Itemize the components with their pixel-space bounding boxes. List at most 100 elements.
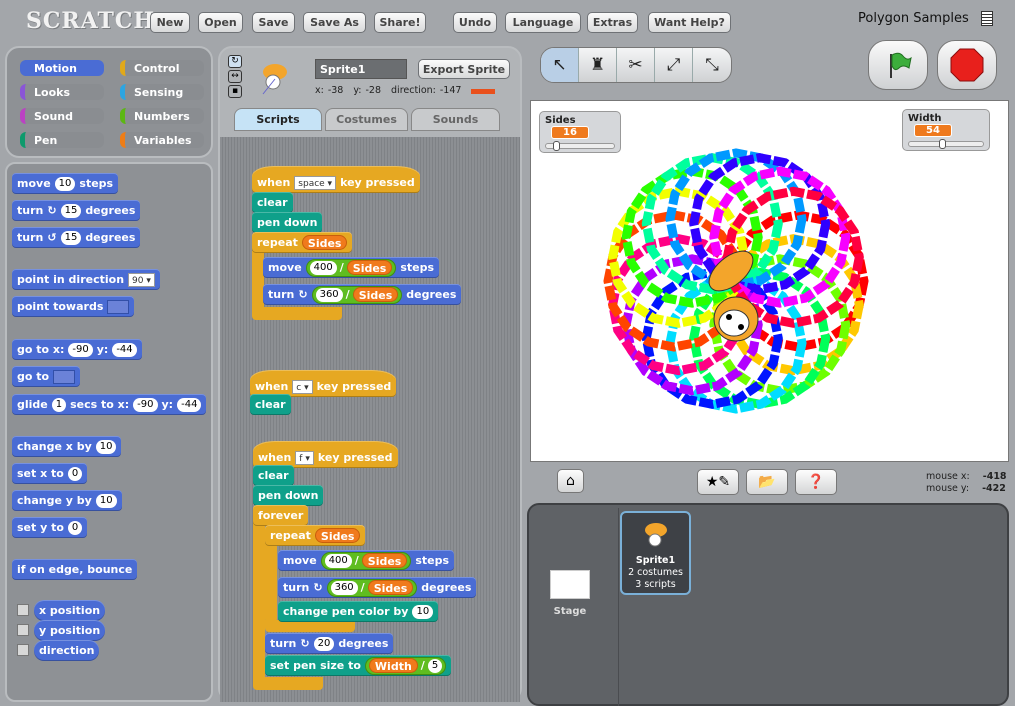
block[interactable]: set pen size to Width/5 (265, 655, 452, 676)
block[interactable]: turn ↻ 360/Sides degrees (263, 284, 462, 305)
operand[interactable]: Width (368, 658, 418, 673)
notes-icon[interactable] (981, 11, 993, 26)
block[interactable]: set x to 0 (12, 463, 88, 484)
stage[interactable] (530, 100, 1009, 462)
category-sound[interactable]: Sound (20, 108, 104, 124)
menu-save-as-button[interactable]: Save As (303, 12, 366, 33)
pointer-tool-icon[interactable]: ↖ (541, 48, 579, 82)
no-rotate-icon[interactable]: ▪ (228, 85, 242, 98)
category-variables[interactable]: Variables (120, 132, 204, 148)
operand[interactable]: 400 (309, 260, 337, 275)
slider-knob[interactable] (938, 139, 946, 149)
sprite-name-field[interactable]: Sprite1 (315, 59, 407, 79)
block[interactable]: when space ▾ key pressed (252, 166, 420, 193)
block[interactable]: move 400/Sides steps (263, 257, 440, 278)
category-control[interactable]: Control (120, 60, 204, 76)
block[interactable]: point towards (12, 296, 135, 317)
operand[interactable]: Sides (346, 260, 393, 275)
operand[interactable]: Sides (361, 553, 408, 568)
block[interactable]: when c ▾ key pressed (250, 370, 397, 397)
block[interactable]: go to (12, 366, 81, 387)
block[interactable]: clear (253, 465, 294, 486)
menu-new-button[interactable]: New (150, 12, 190, 33)
block[interactable]: go to x: -90 y: -44 (12, 339, 142, 360)
slider-knob[interactable] (552, 141, 560, 151)
presentation-mode-button[interactable]: ⌂ (557, 469, 584, 493)
block[interactable]: set y to 0 (12, 517, 88, 538)
stamp-tool-icon[interactable]: ♜ (579, 48, 617, 82)
number-input[interactable]: 0 (67, 466, 83, 481)
divide-operator[interactable]: 360/Sides (311, 285, 403, 304)
block[interactable]: y position (34, 620, 106, 641)
menu-save-button[interactable]: Save (252, 12, 295, 33)
block[interactable]: forever (253, 505, 309, 526)
scissors-tool-icon[interactable]: ✂ (617, 48, 655, 82)
monitor-checkbox[interactable] (17, 644, 29, 656)
grow-tool-icon[interactable]: ⤢ (655, 48, 693, 82)
number-input[interactable]: 15 (60, 203, 82, 218)
menu-language-button[interactable]: Language (505, 12, 581, 33)
menu-extras-button[interactable]: Extras (587, 12, 638, 33)
block[interactable]: change pen color by 10 (278, 601, 439, 622)
block[interactable]: pen down (252, 212, 323, 233)
rotate-style-icon[interactable]: ↻ (228, 55, 242, 68)
block[interactable]: x position (34, 600, 106, 621)
block[interactable]: change y by 10 (12, 490, 122, 511)
shrink-tool-icon[interactable]: ⤡ (693, 48, 731, 82)
divide-operator[interactable]: 400/Sides (320, 551, 412, 570)
number-input[interactable]: -44 (177, 397, 202, 412)
category-pen[interactable]: Pen (20, 132, 104, 148)
category-looks[interactable]: Looks (20, 84, 104, 100)
number-input[interactable]: 10 (95, 439, 117, 454)
block[interactable]: move 10 steps (12, 173, 119, 194)
dropdown[interactable]: c ▾ (292, 379, 313, 394)
dropdown[interactable]: space ▾ (294, 175, 337, 190)
menu-share-button[interactable]: Share! (374, 12, 426, 33)
operand[interactable]: 360 (315, 287, 343, 302)
divide-operator[interactable]: 360/Sides (326, 578, 418, 597)
block[interactable]: repeat Sides (252, 232, 353, 253)
number-input[interactable]: 0 (67, 520, 83, 535)
divide-operator[interactable]: 400/Sides (305, 258, 397, 277)
menu-undo-button[interactable]: Undo (453, 12, 497, 33)
sprite-tile[interactable]: Sprite1 2 costumes 3 scripts (620, 511, 691, 595)
variable-reporter[interactable]: Sides (314, 528, 361, 543)
block[interactable]: change x by 10 (12, 436, 122, 457)
operand[interactable]: 400 (324, 553, 352, 568)
block[interactable]: clear (250, 394, 291, 415)
number-input[interactable]: -44 (112, 342, 137, 357)
divide-operator[interactable]: Width/5 (364, 656, 447, 675)
number-input[interactable]: 20 (313, 636, 335, 651)
export-sprite-button[interactable]: Export Sprite (418, 59, 510, 79)
monitor-slider[interactable] (908, 139, 984, 149)
monitor-slider[interactable] (545, 141, 615, 151)
dropdown[interactable] (107, 299, 130, 314)
number-input[interactable]: -90 (133, 397, 158, 412)
block[interactable]: clear (252, 192, 293, 213)
block[interactable]: turn ↻ 360/Sides degrees (278, 577, 477, 598)
block[interactable]: pen down (253, 485, 324, 506)
dropdown[interactable]: f ▾ (295, 450, 314, 465)
tab-sounds[interactable]: Sounds (411, 108, 500, 131)
random-sprite-button[interactable]: ❓ (795, 469, 837, 495)
operand[interactable]: 360 (330, 580, 358, 595)
menu-open-button[interactable]: Open (198, 12, 243, 33)
variable-reporter[interactable]: Sides (301, 235, 348, 250)
flip-style-icon[interactable]: ↔ (228, 70, 242, 83)
category-numbers[interactable]: Numbers (120, 108, 204, 124)
number-input[interactable]: 10 (95, 493, 117, 508)
tab-scripts[interactable]: Scripts (234, 108, 322, 131)
block[interactable]: glide 1 secs to x: -90 y: -44 (12, 394, 207, 415)
block[interactable]: direction (34, 640, 100, 661)
category-sensing[interactable]: Sensing (120, 84, 204, 100)
scripts-area[interactable]: when space ▾ key pressed clear pen down repea… (220, 137, 520, 702)
number-input[interactable]: 1 (51, 397, 67, 412)
operand[interactable]: 5 (427, 658, 443, 673)
stop-button[interactable] (937, 40, 997, 90)
monitor-checkbox[interactable] (17, 624, 29, 636)
number-input[interactable]: 10 (412, 604, 434, 619)
block[interactable]: repeat Sides (265, 525, 366, 546)
menu-want-help-button[interactable]: Want Help? (648, 12, 731, 33)
block[interactable]: when f ▾ key pressed (253, 441, 398, 468)
number-input[interactable]: 10 (54, 176, 76, 191)
